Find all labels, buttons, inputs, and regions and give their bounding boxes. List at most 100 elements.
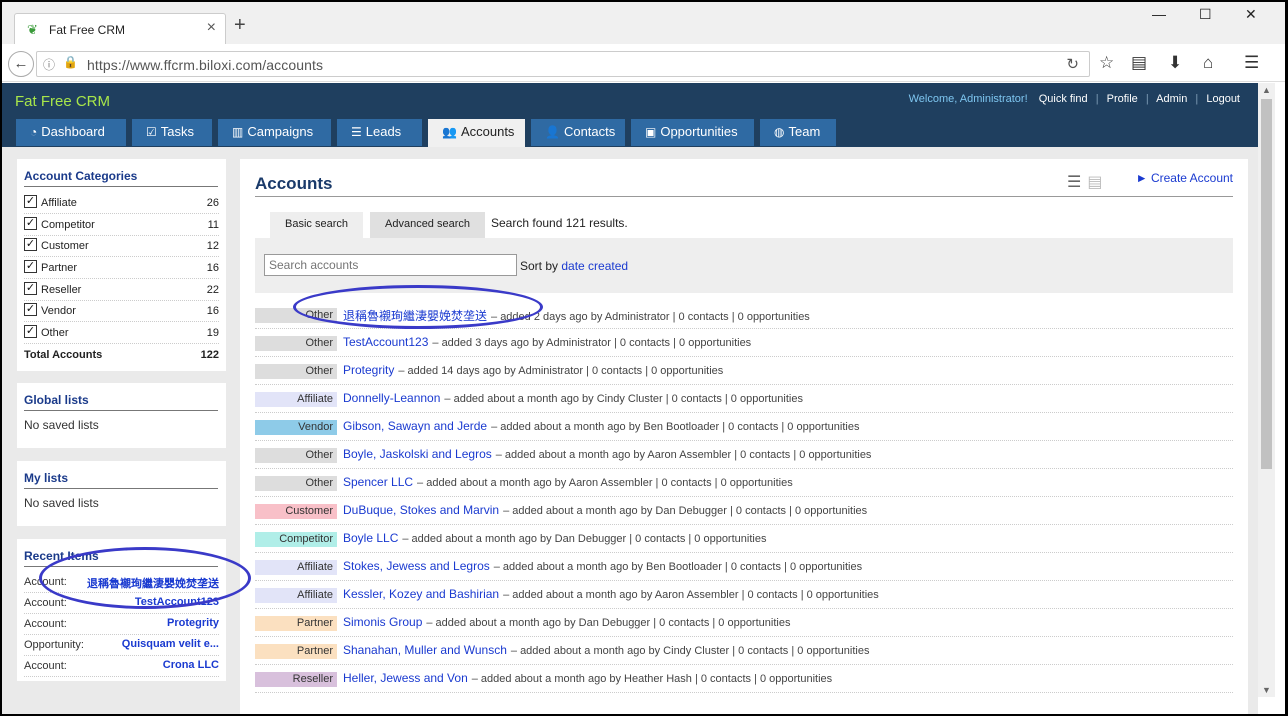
download-icon[interactable]: ⬇ [1168, 53, 1182, 73]
menu-icon[interactable]: ☰ [1244, 53, 1259, 73]
account-name[interactable]: Spencer LLC [343, 475, 413, 489]
account-name-link[interactable]: Kessler, Kozey and Bashirian – added abou… [343, 587, 879, 601]
account-name-link[interactable]: TestAccount123 – added 3 days ago by Admi… [343, 335, 751, 349]
account-name-link[interactable]: Shanahan, Muller and Wunsch – added about… [343, 643, 869, 657]
category-row-partner[interactable]: ✓ Partner 16 [24, 257, 219, 279]
address-bar[interactable]: ⓘ 🔒 https://www.ffcrm.biloxi.com/account… [36, 51, 1090, 77]
account-name[interactable]: Gibson, Sawayn and Jerde [343, 419, 487, 433]
scrollbar-thumb[interactable] [1261, 99, 1272, 469]
checkbox-checked-icon[interactable]: ✓ [24, 217, 37, 230]
recent-item-link[interactable]: 退稱魯襯珣繼淒嬰娩焚垄送 [87, 575, 219, 591]
checkbox-checked-icon[interactable]: ✓ [24, 325, 37, 338]
account-name[interactable]: Shanahan, Muller and Wunsch [343, 643, 507, 657]
account-name[interactable]: DuBuque, Stokes and Marvin [343, 503, 499, 517]
accounts-main-panel: Accounts ☰ ▤ ► Create Account Basic searc… [240, 159, 1248, 714]
checkbox-checked-icon[interactable]: ✓ [24, 195, 37, 208]
account-name[interactable]: Boyle LLC [343, 531, 398, 545]
category-row-affiliate[interactable]: ✓ Affiliate 26 [24, 192, 219, 214]
account-name-link[interactable]: Gibson, Sawayn and Jerde – added about a … [343, 419, 859, 433]
minimize-window-button[interactable]: — [1152, 6, 1166, 22]
recent-item-link[interactable]: Crona LLC [163, 659, 219, 671]
category-count: 22 [206, 284, 219, 296]
tab-leads[interactable]: ☰ Leads [337, 119, 422, 146]
recent-item-link[interactable]: Quisquam velit e... [122, 638, 219, 650]
sort-by-link[interactable]: date created [561, 259, 628, 273]
category-label: Customer [41, 240, 89, 252]
logout-link[interactable]: Logout [1206, 93, 1240, 105]
home-icon[interactable]: ⌂ [1203, 53, 1213, 73]
recent-item[interactable]: Opportunity: Quisquam velit e... [24, 635, 219, 656]
account-name-link[interactable]: Protegrity – added 14 days ago by Adminis… [343, 363, 723, 377]
scroll-up-icon[interactable]: ▲ [1262, 85, 1271, 95]
bookmark-star-icon[interactable]: ☆ [1099, 53, 1114, 73]
browser-tab[interactable]: ❦ Fat Free CRM × [14, 13, 226, 44]
app-header: Fat Free CRM Welcome, Administrator! Qui… [2, 83, 1258, 147]
maximize-window-button[interactable]: ☐ [1199, 6, 1212, 23]
account-name[interactable]: Protegrity [343, 363, 394, 377]
account-name-link[interactable]: Stokes, Jewess and Legros – added about a… [343, 559, 862, 573]
app-logo[interactable]: Fat Free CRM [15, 93, 110, 110]
account-name-link[interactable]: Spencer LLC – added about a month ago by … [343, 475, 793, 489]
close-tab-icon[interactable]: × [207, 19, 216, 37]
reading-list-icon[interactable]: ▤ [1131, 53, 1147, 73]
account-name[interactable]: TestAccount123 [343, 335, 428, 349]
checkbox-checked-icon[interactable]: ✓ [24, 303, 37, 316]
category-row-reseller[interactable]: ✓ Reseller 22 [24, 279, 219, 301]
tab-opportunities[interactable]: ▣ Opportunities [631, 119, 754, 146]
account-name-link[interactable]: Boyle, Jaskolski and Legros – added about… [343, 447, 871, 461]
tab-team[interactable]: ◍ Team [760, 119, 836, 146]
recent-item[interactable]: Account: Crona LLC [24, 656, 219, 677]
recent-item[interactable]: Account: 退稱魯襯珣繼淒嬰娩焚垄送 [24, 572, 219, 593]
checkbox-checked-icon[interactable]: ✓ [24, 260, 37, 273]
address-url[interactable]: https://www.ffcrm.biloxi.com/accounts [87, 57, 323, 73]
account-name[interactable]: Kessler, Kozey and Bashirian [343, 587, 499, 601]
brief-view-icon[interactable]: ☰ [1067, 172, 1081, 192]
reload-icon[interactable]: ↻ [1066, 55, 1079, 73]
new-tab-button[interactable]: + [234, 14, 246, 37]
account-name-link[interactable]: Heller, Jewess and Von – added about a mo… [343, 671, 832, 685]
profile-link[interactable]: Profile [1107, 93, 1138, 105]
tab-accounts[interactable]: 👥 Accounts [428, 119, 525, 147]
category-row-competitor[interactable]: ✓ Competitor 11 [24, 214, 219, 236]
category-row-customer[interactable]: ✓ Customer 12 [24, 235, 219, 257]
tab-tasks[interactable]: ☑ Tasks [132, 119, 212, 146]
panel-title: Global lists [24, 393, 218, 411]
page-scrollbar[interactable]: ▲ ▼ [1258, 83, 1275, 697]
account-name-link[interactable]: Simonis Group – added about a month ago b… [343, 615, 790, 629]
account-name[interactable]: Boyle, Jaskolski and Legros [343, 447, 492, 461]
account-name-link[interactable]: Boyle LLC – added about a month ago by Da… [343, 531, 766, 545]
category-row-vendor[interactable]: ✓ Vendor 16 [24, 300, 219, 322]
tab-contacts[interactable]: 👤 Contacts [531, 119, 625, 146]
scroll-down-icon[interactable]: ▼ [1262, 685, 1271, 695]
account-name[interactable]: Donnelly-Leannon [343, 391, 440, 405]
recent-item-link[interactable]: Protegrity [167, 617, 219, 629]
search-input[interactable] [264, 254, 517, 276]
recent-item[interactable]: Account: Protegrity [24, 614, 219, 635]
category-row-other[interactable]: ✓ Other 19 [24, 322, 219, 344]
info-icon[interactable]: ⓘ [43, 56, 55, 73]
recent-item[interactable]: Account: TestAccount123 [24, 593, 219, 614]
account-name-link[interactable]: DuBuque, Stokes and Marvin – added about … [343, 503, 867, 517]
account-name-link[interactable]: 退稱魯襯珣繼淒嬰娩焚垄送 – added 2 days ago by Admini… [343, 307, 810, 324]
tab-dashboard[interactable]: ◔ Dashboard [16, 119, 126, 146]
checkbox-checked-icon[interactable]: ✓ [24, 238, 37, 251]
tab-advanced-search[interactable]: Advanced search [370, 212, 485, 238]
account-name[interactable]: Stokes, Jewess and Legros [343, 559, 490, 573]
tab-campaigns[interactable]: ▥ Campaigns [218, 119, 331, 146]
create-account-link[interactable]: ► Create Account [1136, 171, 1233, 185]
total-label: Total Accounts [24, 349, 103, 361]
account-name[interactable]: 退稱魯襯珣繼淒嬰娩焚垄送 [343, 309, 487, 323]
account-name-link[interactable]: Donnelly-Leannon – added about a month ag… [343, 391, 803, 405]
tab-basic-search[interactable]: Basic search [270, 212, 363, 238]
long-view-icon[interactable]: ▤ [1087, 172, 1102, 192]
account-name[interactable]: Heller, Jewess and Von [343, 671, 468, 685]
panel-title: My lists [24, 471, 218, 489]
checkbox-checked-icon[interactable]: ✓ [24, 282, 37, 295]
account-name[interactable]: Simonis Group [343, 615, 422, 629]
quick-find-link[interactable]: Quick find [1039, 93, 1088, 105]
tab-label: Leads [365, 124, 402, 139]
close-window-button[interactable]: ✕ [1245, 6, 1257, 23]
admin-link[interactable]: Admin [1156, 93, 1187, 105]
back-button[interactable]: ← [8, 51, 34, 77]
recent-item-link[interactable]: TestAccount123 [135, 596, 219, 608]
